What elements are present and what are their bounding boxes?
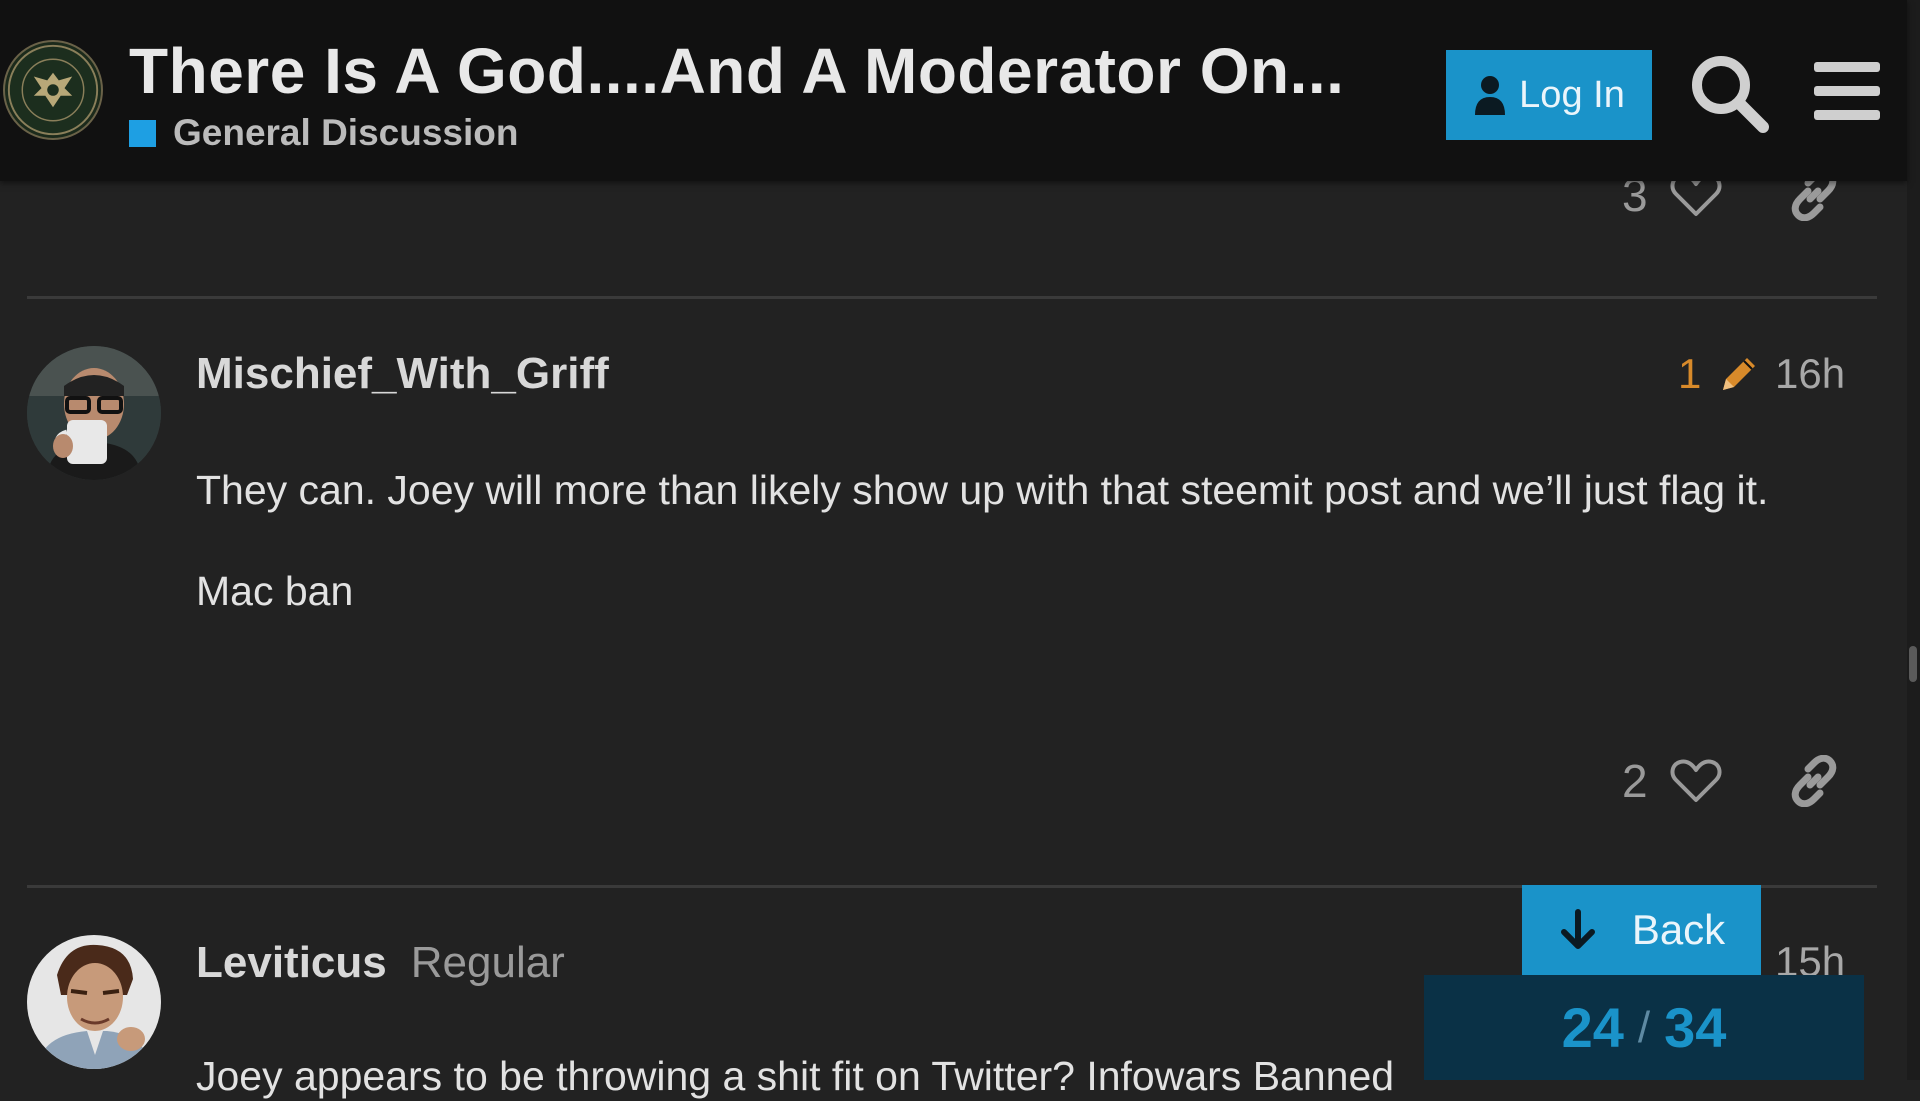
username[interactable]: Mischief_With_Griff [196,349,609,399]
back-button[interactable]: Back [1522,885,1761,975]
avatar[interactable] [27,346,161,480]
category-color-badge [129,119,156,147]
post-paragraph: Mac ban [196,568,354,615]
progress-separator: / [1637,1002,1651,1052]
link-icon[interactable] [1788,755,1840,807]
username-text[interactable]: Mischief_With_Griff [196,349,609,398]
search-icon[interactable] [1689,53,1769,133]
progress-current: 24 [1561,996,1624,1059]
post-body: They can. Joey will more than likely sho… [196,466,1836,616]
post-actions: 2 [1622,754,1840,808]
back-label: Back [1631,906,1726,953]
category-label: General Discussion [173,112,519,153]
post-paragraph: They can. Joey will more than likely sho… [196,467,1769,513]
login-label: Log In [1519,73,1625,116]
edit-count: 1 [1678,350,1702,397]
post-date[interactable]: 16h [1775,350,1845,398]
like-count: 2 [1622,755,1648,807]
heart-icon[interactable] [1670,758,1722,804]
menu-icon[interactable] [1814,60,1880,122]
page-scrollbar[interactable] [1907,0,1920,1080]
user-title: Regular [410,938,565,987]
pencil-icon [1723,358,1756,390]
site-logo[interactable] [3,40,103,140]
scrollbar-thumb[interactable] [1909,646,1917,682]
site-header: There Is A God....And A Moderator On... … [0,0,1907,181]
edit-history[interactable]: 1 [1678,350,1761,398]
topic-title[interactable]: There Is A God....And A Moderator On... [129,34,1344,108]
progress-total: 34 [1664,996,1727,1059]
avatar[interactable] [27,935,161,1069]
username-text[interactable]: Leviticus [196,938,387,987]
topic-progress[interactable]: 24 / 34 [1424,975,1864,1080]
post-divider [27,296,1877,299]
category-link[interactable]: General Discussion [129,112,518,154]
username[interactable]: Leviticus Regular [196,938,565,988]
user-icon [1475,76,1506,115]
arrow-down-icon [1560,909,1595,949]
login-button[interactable]: Log In [1446,50,1652,140]
